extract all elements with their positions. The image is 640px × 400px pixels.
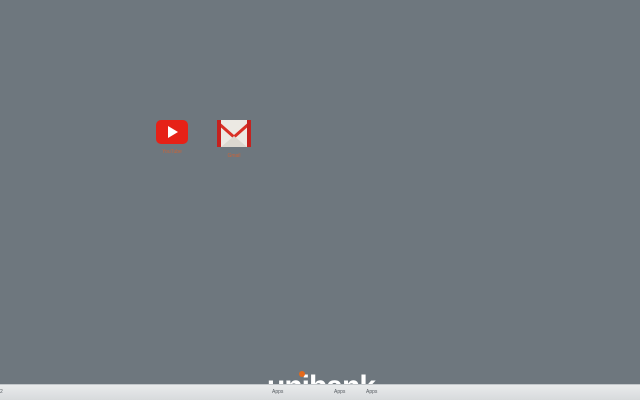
taskbar-item-apps-3[interactable]: Apps bbox=[366, 389, 377, 395]
app-label-youtube: YouTube bbox=[162, 149, 182, 155]
taskbar-item-apps-1[interactable]: Apps bbox=[272, 389, 283, 395]
unibank-logo-dot bbox=[299, 371, 305, 377]
taskbar: 2 Apps Apps Apps bbox=[0, 384, 640, 400]
gmail-icon bbox=[217, 120, 251, 147]
youtube-icon bbox=[156, 120, 188, 144]
taskbar-edge-mark: 2 bbox=[0, 389, 3, 395]
taskbar-item-apps-2[interactable]: Apps bbox=[334, 389, 345, 395]
app-label-gmail: Gmail bbox=[227, 153, 241, 159]
app-tile-youtube[interactable]: YouTube bbox=[146, 118, 198, 155]
desktop: YouTube Gmail bbox=[0, 0, 640, 384]
app-tile-gmail[interactable]: Gmail bbox=[208, 116, 260, 159]
